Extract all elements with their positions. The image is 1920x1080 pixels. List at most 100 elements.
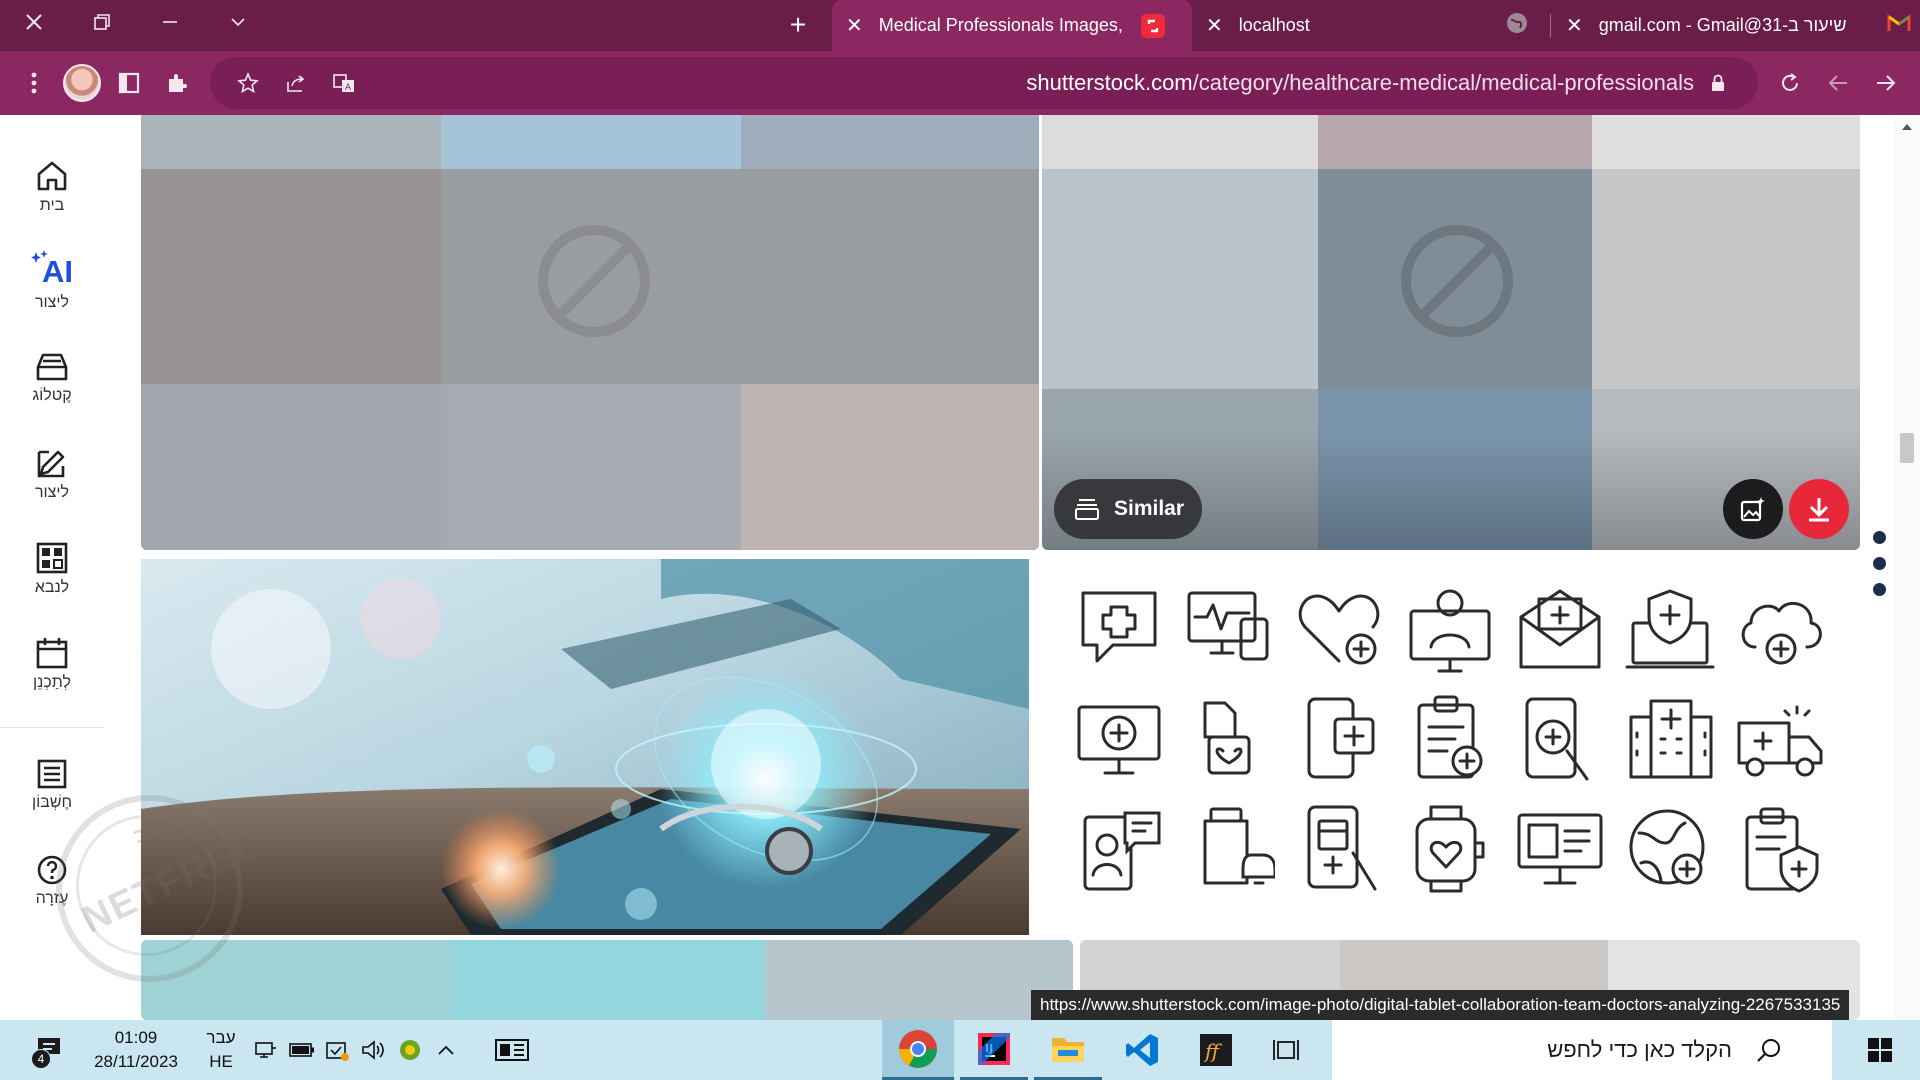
carousel-dots[interactable] [1872,531,1888,601]
tab-search-icon[interactable] [204,0,272,44]
action-center-button[interactable]: 4 [28,1020,72,1080]
file-explorer-app[interactable] [1034,1020,1102,1080]
smartwatch-heart-icon [1185,693,1275,783]
tab-label: שיעור ב-31@gmail.com - Gmail [1598,15,1847,35]
monitor-plus-icon [1075,693,1165,783]
medical-tablet-photo[interactable] [141,559,1029,935]
scrollbar-thumb[interactable] [1900,433,1914,463]
similar-button[interactable]: Similar [1054,479,1202,539]
list-icon [37,759,67,789]
ai-generate-button[interactable] [1723,479,1783,539]
clock[interactable]: 01:09 28/11/2023 [84,1020,188,1080]
file-explorer-icon [1052,1037,1084,1062]
blocked-image-card[interactable]: Similar [1042,115,1860,550]
blocked-image-card[interactable] [141,115,1039,550]
close-icon[interactable]: ✕ [1566,13,1583,38]
close-icon[interactable]: ✕ [1206,13,1223,38]
medical-icons-image[interactable] [1051,559,1881,935]
shutterstock-icon [1140,13,1165,38]
browser-toolbar: A shutterstock.com/category/healthcare-m… [0,51,1920,115]
hospital-building-icon [1625,693,1715,783]
phone-search-icon [1515,693,1605,783]
globe-icon [1505,11,1529,40]
sidebar-item-label: ליצור [34,294,70,311]
clipboard-shield-icon [1735,803,1825,893]
minimize-icon[interactable] [136,0,204,44]
windows-security-icon[interactable] [322,1020,354,1080]
sidebar-item-ai-create[interactable]: AI ליצור [0,250,104,312]
translate-icon[interactable]: A [322,61,366,105]
tab-gmail[interactable]: ✕ שיעור ב-31@gmail.com - Gmail [1552,0,1920,51]
network-icon[interactable] [250,1020,282,1080]
forward-icon[interactable] [1864,61,1908,105]
netfree-watermark: מחשב NETFREE [56,795,267,982]
bookmark-star-icon[interactable] [226,61,270,105]
restore-icon[interactable] [68,0,136,44]
grid-icon [36,542,68,574]
language-indicator[interactable]: עבר HE [196,1020,246,1080]
sidebar-item-label: ליצור [34,484,70,501]
image-sparkle-icon [1740,497,1765,522]
extensions-icon[interactable] [155,61,199,105]
sidebar-item-catalog[interactable]: קֶטלוֹג [0,351,104,405]
sidebar-item-predict[interactable]: לנבא [0,541,104,597]
start-button[interactable] [1840,1020,1920,1080]
url-text[interactable]: shutterstock.com/category/healthcare-med… [1026,57,1694,109]
chrome-app[interactable] [882,1020,954,1080]
app-tray-icon[interactable] [394,1020,426,1080]
clock-date: 28/11/2023 [94,1052,178,1071]
taskbar: 4 01:09 28/11/2023 עבר HE IJ ff [0,1020,1920,1080]
address-bar[interactable]: A shutterstock.com/category/healthcare-m… [210,57,1758,109]
tab-localhost[interactable]: ✕ localhost [1192,0,1550,51]
url-host: shutterstock.com [1026,70,1193,95]
profile-avatar[interactable] [60,61,104,105]
laptop-shield-icon [1625,583,1715,673]
blocked-image-card[interactable] [141,940,1073,1020]
blocked-icon [1401,225,1513,337]
cloud-plus-icon [1735,583,1825,673]
sidebar-item-home[interactable]: בית [0,159,104,215]
taskbar-search[interactable]: הקלד כאן כדי לחפש [1332,1020,1832,1080]
sidebar-item-edit[interactable]: ליצור [0,446,104,502]
share-icon[interactable] [274,61,318,105]
lock-icon[interactable] [1696,61,1740,105]
sidebar-item-account[interactable]: חֶשְׁבּוֹן [0,758,104,812]
show-hidden-icons[interactable] [430,1020,462,1080]
tab-label: localhost [1238,15,1310,35]
download-icon [1809,498,1829,522]
task-view-button[interactable] [1256,1020,1316,1080]
vscode-app[interactable] [1108,1020,1176,1080]
health-monitor-icon [1185,583,1275,673]
sidebar-item-plan[interactable]: לְתַכְנֵן [0,636,104,692]
new-tab-button[interactable]: + [776,6,820,44]
side-panel-icon[interactable] [107,61,151,105]
scrollbar[interactable] [1894,115,1920,1020]
tab-label: Medical Professionals Images, Pi [878,15,1127,35]
svg-text:A: A [345,83,352,93]
sidebar-item-label: לְתַכְנֵן [33,674,71,691]
telemedicine-doctor-icon [1405,583,1495,673]
sidebar-item-label: חֶשְׁבּוֹן [31,794,73,811]
scroll-up-icon[interactable] [1901,123,1913,131]
ai-icon-text: AI [42,254,73,289]
battery-icon[interactable] [286,1020,318,1080]
volume-icon[interactable] [358,1020,390,1080]
title-bar: + ✕ Medical Professionals Images, Pi ✕ l… [0,0,1920,51]
fontforge-app[interactable]: ff [1182,1020,1250,1080]
back-icon[interactable] [1816,61,1860,105]
notification-count: 4 [31,1049,51,1069]
news-widget-icon[interactable] [488,1020,536,1080]
fontforge-icon: ff [1200,1034,1232,1066]
medical-chat-icon [1075,583,1165,673]
medical-mail-icon [1515,583,1605,673]
intellij-app[interactable]: IJ [960,1020,1028,1080]
monitor-profile-icon [1515,803,1605,893]
reload-icon[interactable] [1768,61,1812,105]
watch-pulse-icon [1405,803,1495,893]
catalog-icon [36,353,68,381]
menu-icon[interactable] [12,61,56,105]
close-window-icon[interactable] [0,0,68,44]
tab-medical-professionals[interactable]: ✕ Medical Professionals Images, Pi [832,0,1192,51]
close-icon[interactable]: ✕ [846,13,863,38]
download-button[interactable] [1789,479,1849,539]
